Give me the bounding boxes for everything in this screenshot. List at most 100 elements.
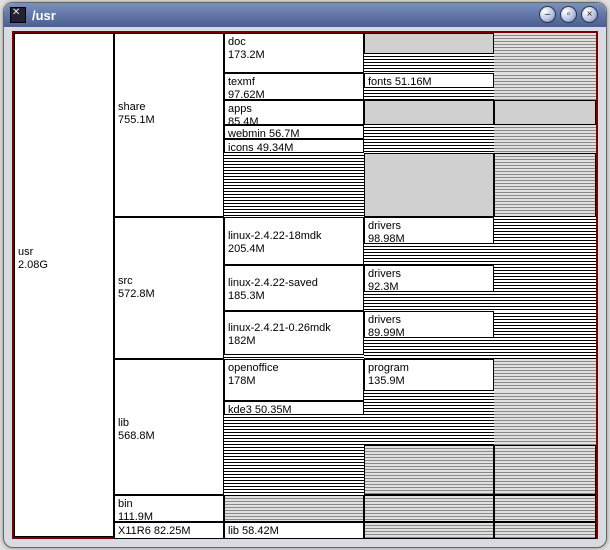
filler — [364, 391, 494, 415]
node-label: usr — [18, 246, 33, 258]
filler — [364, 522, 494, 539]
minimize-button[interactable]: – — [539, 6, 556, 23]
node-x11r6-lib[interactable]: lib 58.42M — [224, 522, 364, 539]
filler — [224, 153, 364, 217]
node-size: 185.3M — [228, 290, 265, 302]
node-label: icons 49.34M — [228, 142, 293, 153]
node-label: fonts 51.16M — [368, 76, 432, 88]
node-label: texmf — [228, 76, 255, 88]
filler — [364, 244, 494, 265]
node-label: webmin 56.7M — [228, 128, 300, 139]
node-size: 205.4M — [228, 243, 265, 255]
node-size: 111.9M — [118, 511, 153, 522]
filler — [364, 495, 494, 522]
window-buttons: – ▫ × — [539, 6, 598, 23]
node-program[interactable]: program 135.9M — [364, 359, 494, 391]
node-webmin[interactable]: webmin 56.7M — [224, 125, 364, 139]
node-texmf[interactable]: texmf 97.62M — [224, 73, 364, 100]
node-size: 568.8M — [118, 430, 155, 442]
filler — [494, 391, 596, 415]
node-label: drivers — [368, 268, 401, 280]
filler — [494, 217, 596, 265]
node-fonts[interactable]: fonts 51.16M — [364, 73, 494, 88]
node-label: src — [118, 275, 133, 287]
node-linux3[interactable]: linux-2.4.21-0.26mdk 182M — [224, 311, 364, 355]
node-linux1[interactable]: linux-2.4.22-18mdk 205.4M — [224, 217, 364, 265]
node-label: linux-2.4.21-0.26mdk — [228, 322, 331, 334]
node-label: linux-2.4.22-18mdk — [228, 230, 322, 242]
filler — [494, 73, 596, 100]
filler — [364, 33, 494, 54]
node-size: 85.4M — [228, 116, 259, 125]
node-label: kde3 50.35M — [228, 404, 292, 415]
filler — [364, 338, 494, 359]
node-label: X11R6 82.25M — [118, 525, 191, 537]
filler — [364, 88, 494, 100]
filler — [364, 125, 494, 153]
node-size: 178M — [228, 375, 256, 387]
filler — [224, 415, 364, 495]
filler — [364, 100, 494, 125]
node-label: doc — [228, 36, 246, 48]
node-bin[interactable]: bin 111.9M — [114, 495, 224, 522]
treemap: usr 2.08G share 755.1M src 572.8M — [12, 31, 598, 539]
titlebar[interactable]: /usr – ▫ × — [4, 3, 606, 27]
node-label: drivers — [368, 220, 401, 232]
node-label: lib 58.42M — [228, 525, 279, 537]
node-size: 173.2M — [228, 49, 265, 61]
node-size: 572.8M — [118, 288, 155, 300]
node-share[interactable]: share 755.1M — [114, 33, 224, 217]
node-label: linux-2.4.22-saved — [228, 277, 318, 289]
node-size: 182M — [228, 335, 256, 347]
node-drivers2[interactable]: drivers 92.3M — [364, 265, 494, 292]
filler — [224, 495, 364, 522]
filler — [364, 54, 494, 73]
close-button[interactable]: × — [581, 6, 598, 23]
filler — [364, 445, 494, 495]
filler — [494, 359, 596, 391]
node-size: 89.99M — [368, 327, 405, 338]
filler — [494, 311, 596, 359]
node-kde3[interactable]: kde3 50.35M — [224, 401, 364, 415]
node-size: 135.9M — [368, 375, 405, 387]
node-lib[interactable]: lib 568.8M — [114, 359, 224, 495]
filler — [494, 522, 596, 539]
filler — [494, 415, 596, 445]
filler — [494, 495, 596, 522]
filler — [494, 33, 596, 73]
filler — [494, 265, 596, 311]
node-size: 2.08G — [18, 259, 48, 271]
window-title: /usr — [32, 8, 56, 23]
filler — [364, 292, 494, 311]
node-drivers3[interactable]: drivers 89.99M — [364, 311, 494, 338]
node-label: lib — [118, 417, 129, 429]
node-doc[interactable]: doc 173.2M — [224, 33, 364, 73]
filler — [494, 445, 596, 495]
node-label: drivers — [368, 314, 401, 326]
node-apps[interactable]: apps 85.4M — [224, 100, 364, 125]
app-window: /usr – ▫ × usr 2.08G share 755.1M — [3, 2, 607, 548]
node-openoffice[interactable]: openoffice 178M — [224, 359, 364, 401]
node-label: bin — [118, 498, 133, 510]
node-size: 97.62M — [228, 89, 265, 100]
filler — [494, 125, 596, 153]
node-size: 92.3M — [368, 281, 399, 292]
node-size: 98.98M — [368, 233, 405, 244]
node-usr[interactable]: usr 2.08G — [14, 33, 114, 537]
node-src[interactable]: src 572.8M — [114, 217, 224, 359]
filler — [364, 153, 494, 217]
node-icons[interactable]: icons 49.34M — [224, 139, 364, 153]
node-label: program — [368, 362, 409, 374]
node-label: apps — [228, 103, 252, 115]
filler — [364, 415, 494, 445]
node-label: openoffice — [228, 362, 279, 374]
app-icon — [10, 7, 26, 23]
filler — [494, 100, 596, 125]
node-linux2[interactable]: linux-2.4.22-saved 185.3M — [224, 265, 364, 311]
node-label: share — [118, 101, 146, 113]
maximize-button[interactable]: ▫ — [560, 6, 577, 23]
filler — [494, 153, 596, 217]
node-drivers1[interactable]: drivers 98.98M — [364, 217, 494, 244]
node-size: 755.1M — [118, 114, 155, 126]
node-x11r6[interactable]: X11R6 82.25M — [114, 522, 224, 539]
